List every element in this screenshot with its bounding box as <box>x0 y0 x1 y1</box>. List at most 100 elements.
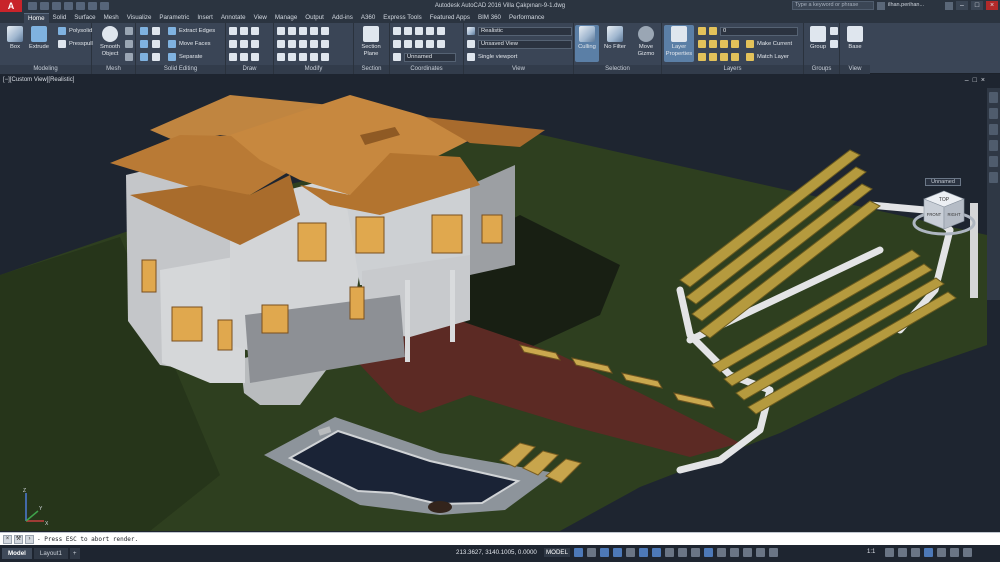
visual-style-row[interactable]: Realistic <box>467 26 572 36</box>
3d-osnap-icon[interactable] <box>665 548 674 557</box>
steering-wheel-icon[interactable] <box>989 92 998 103</box>
coordinates-panel-title[interactable]: Coordinates <box>390 65 463 74</box>
object-snap-icon[interactable] <box>652 548 661 557</box>
ribbon-tab-manage[interactable]: Manage <box>271 13 301 23</box>
object-snap-tracking-icon[interactable] <box>639 548 648 557</box>
ribbon-tab-performance[interactable]: Performance <box>505 13 548 23</box>
extract-edges-button[interactable]: Extract Edges <box>168 26 215 36</box>
wrench-icon[interactable]: ⚒ <box>14 534 23 544</box>
application-menu-button[interactable]: A <box>0 0 22 12</box>
ribbon-tab-visualize[interactable]: Visualize <box>123 13 156 23</box>
zoom-extents-icon[interactable] <box>989 124 998 135</box>
model-space-button[interactable]: MODEL <box>544 548 571 557</box>
move-gizmo-button[interactable]: Move Gizmo <box>632 25 660 57</box>
viewport-minimize-icon[interactable]: – <box>965 77 969 84</box>
make-current-button[interactable]: Make Current <box>746 39 792 49</box>
ungroup-button[interactable] <box>830 26 838 36</box>
ribbon-tab-featured-apps[interactable]: Featured Apps <box>426 13 474 23</box>
visual-style-dropdown[interactable]: Realistic <box>478 26 572 36</box>
ucs-row-1[interactable] <box>393 26 445 36</box>
smooth-object-button[interactable]: Smooth Object <box>96 25 124 57</box>
ucs-dropdown-row[interactable]: Unnamed <box>393 52 456 62</box>
extrude-button[interactable]: Extrude <box>25 25 53 51</box>
subtract-button[interactable] <box>140 39 148 49</box>
isodraft-icon[interactable] <box>626 548 635 557</box>
annotation-scale[interactable]: 1:1 <box>867 549 875 555</box>
union-button[interactable] <box>140 26 148 36</box>
undo-icon[interactable] <box>88 2 97 10</box>
cursor-coordinates[interactable]: 213.3627, 3140.1005, 0.0000 <box>456 549 537 556</box>
search-icon[interactable] <box>877 1 885 10</box>
ribbon-tab-surface[interactable]: Surface <box>70 13 99 23</box>
match-layer-button[interactable]: Match Layer <box>746 52 789 62</box>
interfere-button[interactable] <box>152 39 160 49</box>
pan-icon[interactable] <box>989 108 998 119</box>
ribbon-tab-insert[interactable]: Insert <box>193 13 216 23</box>
draw-panel-title[interactable]: Draw <box>226 65 273 74</box>
workspace-gear-icon[interactable] <box>885 548 894 557</box>
ribbon-tab-parametric[interactable]: Parametric <box>155 13 193 23</box>
slice-button[interactable] <box>152 26 160 36</box>
save-icon[interactable] <box>52 2 61 10</box>
selection-cycling-icon[interactable] <box>704 548 713 557</box>
layer-dropdown[interactable]: 0 <box>720 26 798 36</box>
ribbon-tab-home[interactable]: Home <box>24 13 49 23</box>
auto-scale-icon[interactable] <box>756 548 765 557</box>
close-icon[interactable]: × <box>3 534 12 544</box>
navbar-menu-icon[interactable] <box>989 172 998 183</box>
thicken-button[interactable] <box>152 52 160 62</box>
minimize-button[interactable]: – <box>956 1 968 10</box>
close-button[interactable]: × <box>986 1 998 10</box>
recent-commands-icon[interactable]: › <box>25 534 34 544</box>
modeling-panel-title[interactable]: Modeling <box>0 65 91 74</box>
ribbon-tab-view[interactable]: View <box>250 13 271 23</box>
save-as-icon[interactable] <box>64 2 73 10</box>
redo-icon[interactable] <box>100 2 109 10</box>
mesh-panel-title[interactable]: Mesh <box>92 65 135 74</box>
group-edit-button[interactable] <box>830 39 838 49</box>
culling-button[interactable]: Culling <box>575 25 599 62</box>
polar-icon[interactable] <box>613 548 622 557</box>
ribbon-tab-annotate[interactable]: Annotate <box>217 13 250 23</box>
dynamic-ucs-icon[interactable] <box>717 548 726 557</box>
isolate-objects-icon[interactable] <box>937 548 946 557</box>
layer-tools-row-2[interactable] <box>698 52 739 62</box>
viewport-restore-icon[interactable]: □ <box>973 77 977 84</box>
view2-panel-title[interactable]: View <box>840 65 870 74</box>
intersect-button[interactable] <box>140 52 148 62</box>
ribbon-tab-mesh[interactable]: Mesh <box>100 13 123 23</box>
modify-panel-title[interactable]: Modify <box>274 65 353 74</box>
ribbon-tab-a360[interactable]: A360 <box>357 13 379 23</box>
mesh-tool-2[interactable] <box>125 39 133 49</box>
base-button[interactable]: Base <box>841 25 869 51</box>
annotation-scale-icon[interactable] <box>769 548 778 557</box>
ucs-menu-chip[interactable]: Unnamed <box>925 178 961 186</box>
section-plane-button[interactable]: Section Plane <box>357 25 385 57</box>
help-icon[interactable] <box>945 1 953 10</box>
layer-tools-row-1[interactable] <box>698 39 739 49</box>
polysolid-button[interactable]: Polysolid <box>58 26 92 36</box>
ribbon-tab-output[interactable]: Output <box>301 13 328 23</box>
lineweight-icon[interactable] <box>678 548 687 557</box>
move-faces-button[interactable]: Move Faces <box>168 39 211 49</box>
grid-icon[interactable] <box>574 548 583 557</box>
line-button[interactable] <box>229 26 259 36</box>
layer-properties-button[interactable]: Layer Properties <box>664 25 694 62</box>
mesh-tool-1[interactable] <box>125 26 133 36</box>
ribbon-tab-bim-360[interactable]: BIM 360 <box>474 13 505 23</box>
viewport-config-row[interactable]: Single viewport <box>467 52 517 62</box>
user-signin[interactable]: ilhan.perihan... <box>888 1 942 10</box>
mesh-tool-3[interactable] <box>125 52 133 62</box>
ucs-dropdown[interactable]: Unnamed <box>404 52 456 62</box>
new-icon[interactable] <box>28 2 37 10</box>
viewport-close-icon[interactable]: × <box>981 77 985 84</box>
showmotion-icon[interactable] <box>989 156 998 167</box>
tab-layout1[interactable]: Layout1 <box>33 548 68 559</box>
section-panel-title[interactable]: Section <box>354 65 389 74</box>
circle-button[interactable] <box>229 39 259 49</box>
layer-dropdown-row[interactable]: 0 <box>698 26 798 36</box>
saved-view-row[interactable]: Unsaved View <box>467 39 572 49</box>
command-line[interactable]: × ⚒ › - Press ESC to abort render. <box>0 532 1000 545</box>
viewcube[interactable]: TOP FRONT RIGHT <box>912 187 976 243</box>
viewport-controls-label[interactable]: [−][Custom View][Realistic] <box>3 77 74 83</box>
